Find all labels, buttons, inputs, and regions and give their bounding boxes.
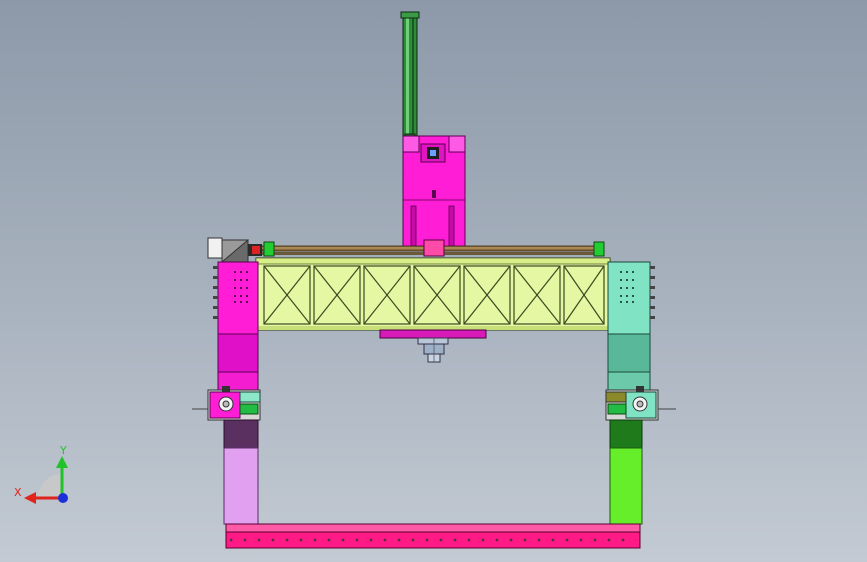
spindle-head[interactable] [379,329,487,363]
cad-viewport[interactable]: Y X [0,0,867,562]
left-column[interactable] [213,261,259,391]
right-lower-leg[interactable] [609,419,643,525]
coordinate-triad-icon: Y X [14,444,68,504]
linear-rail[interactable] [261,239,605,257]
truss-crossbeam[interactable] [255,257,611,331]
left-lower-leg[interactable] [223,419,259,525]
left-slide-block[interactable] [192,386,261,421]
left-motor[interactable] [207,237,262,263]
right-slide-block[interactable] [605,386,676,421]
y-axis-label: Y [59,444,67,457]
right-column[interactable] [607,261,655,391]
vertical-cylinder[interactable] [400,11,420,141]
x-axis-label: X [14,486,22,499]
base-beam[interactable] [225,523,641,549]
vertical-carriage[interactable] [402,135,466,249]
model-canvas[interactable]: Y X [0,0,867,562]
